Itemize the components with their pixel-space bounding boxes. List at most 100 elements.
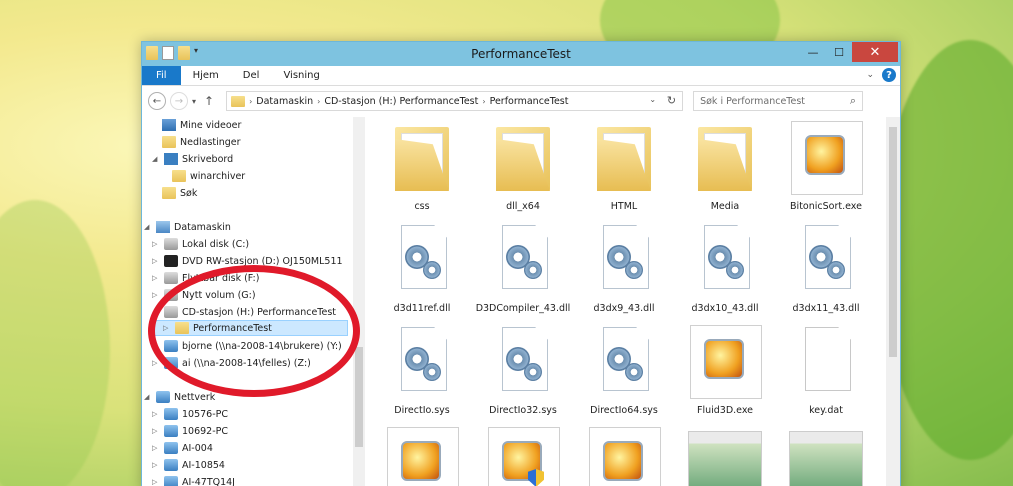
dll-file-icon bbox=[383, 323, 461, 401]
computer-icon bbox=[164, 425, 178, 437]
dll-file-icon bbox=[686, 221, 764, 299]
chevron-right-icon: › bbox=[482, 96, 486, 106]
tree-item-10692-pc[interactable]: ▷ 10692-PC bbox=[152, 423, 228, 439]
search-icon[interactable]: ⌕ bbox=[850, 94, 856, 108]
tree-item-ai-10854[interactable]: ▷ AI-10854 bbox=[152, 457, 225, 473]
tree-item-nedlastinger[interactable]: Nedlastinger bbox=[162, 134, 241, 150]
recent-locations-icon[interactable]: ▾ bbox=[192, 97, 196, 106]
files-scrollbar[interactable] bbox=[886, 117, 900, 486]
file-item[interactable]: DirectIo64.sys bbox=[574, 323, 674, 417]
tree-item-winarchiver[interactable]: winarchiver bbox=[172, 168, 245, 184]
file-item[interactable]: Fluid3D.exe bbox=[675, 323, 775, 417]
dll-file-icon bbox=[585, 221, 663, 299]
tree-item-nettverk[interactable]: ◢ Nettverk bbox=[144, 389, 215, 405]
breadcrumb-performancetest[interactable]: PerformanceTest bbox=[490, 96, 569, 107]
refresh-icon[interactable]: ↻ bbox=[667, 94, 676, 107]
up-button[interactable]: ↑ bbox=[204, 94, 214, 108]
address-bar[interactable]: › Datamaskin › CD-stasjon (H:) Performan… bbox=[226, 91, 684, 111]
file-item[interactable]: key.dat bbox=[776, 323, 876, 417]
file-item[interactable] bbox=[675, 425, 775, 486]
file-name: BitonicSort.exe bbox=[790, 201, 862, 212]
forward-button[interactable]: → bbox=[170, 92, 188, 110]
collapsed-arrow-icon[interactable]: ▷ bbox=[152, 478, 160, 486]
tree-item-sok[interactable]: Søk bbox=[162, 185, 197, 201]
file-item[interactable]: d3dx10_43.dll bbox=[675, 221, 775, 315]
back-button[interactable]: ← bbox=[148, 92, 166, 110]
tab-fil[interactable]: Fil bbox=[142, 66, 181, 85]
expanded-arrow-icon[interactable]: ◢ bbox=[152, 155, 160, 163]
removable-drive-icon bbox=[164, 272, 178, 284]
computer-icon bbox=[164, 459, 178, 471]
collapsed-arrow-icon[interactable]: ▷ bbox=[152, 240, 160, 248]
file-item[interactable]: css bbox=[372, 119, 472, 213]
tree-item-datamaskin[interactable]: ◢ Datamaskin bbox=[144, 219, 231, 235]
breadcrumb-datamaskin[interactable]: Datamaskin bbox=[256, 96, 313, 107]
address-dropdown-icon[interactable]: ⌄ bbox=[649, 95, 656, 104]
file-item[interactable]: d3dx9_43.dll bbox=[574, 221, 674, 315]
tree-label: AI-47TQ14J bbox=[182, 476, 235, 486]
help-icon[interactable]: ? bbox=[882, 68, 896, 82]
scrollbar-thumb[interactable] bbox=[889, 127, 897, 357]
maximize-button[interactable]: ☐ bbox=[826, 42, 852, 62]
blank-file-icon bbox=[787, 323, 865, 401]
exe-shield-icon bbox=[484, 425, 562, 486]
tree-label: Lokal disk (C:) bbox=[182, 238, 250, 250]
collapsed-arrow-icon[interactable]: ▷ bbox=[152, 444, 160, 452]
file-item[interactable]: BitonicSort.exe bbox=[776, 119, 876, 213]
dll-file-icon bbox=[383, 221, 461, 299]
address-row: ← → ▾ ↑ › Datamaskin › CD-stasjon (H:) P… bbox=[142, 86, 900, 116]
file-item[interactable]: d3dx11_43.dll bbox=[776, 221, 876, 315]
tab-del[interactable]: Del bbox=[231, 66, 272, 85]
tree-label: Skrivebord bbox=[182, 153, 234, 165]
file-item[interactable] bbox=[574, 425, 674, 486]
file-name: DirectIo32.sys bbox=[489, 405, 557, 416]
dll-file-icon bbox=[484, 221, 562, 299]
file-item[interactable] bbox=[372, 425, 472, 486]
search-input[interactable]: Søk i PerformanceTest ⌕ bbox=[693, 91, 864, 111]
file-item[interactable] bbox=[473, 425, 573, 486]
tree-item-10576-pc[interactable]: ▷ 10576-PC bbox=[152, 406, 228, 422]
tree-item-ai-47tq14j[interactable]: ▷ AI-47TQ14J bbox=[152, 474, 235, 486]
highlight-circle bbox=[148, 265, 360, 397]
collapsed-arrow-icon[interactable]: ▷ bbox=[152, 461, 160, 469]
close-button[interactable]: ✕ bbox=[852, 42, 898, 62]
tab-visning[interactable]: Visning bbox=[271, 66, 331, 85]
expanded-arrow-icon[interactable]: ◢ bbox=[144, 393, 152, 401]
file-name: d3d11ref.dll bbox=[393, 303, 451, 314]
computer-icon bbox=[156, 221, 170, 233]
collapsed-arrow-icon[interactable]: ▷ bbox=[152, 291, 160, 299]
tab-hjem[interactable]: Hjem bbox=[181, 66, 231, 85]
nav-scrollbar[interactable] bbox=[353, 117, 365, 486]
file-item[interactable]: HTML bbox=[574, 119, 674, 213]
tree-label: AI-004 bbox=[182, 442, 213, 454]
tree-item-mine-videoer[interactable]: Mine videoer bbox=[162, 117, 241, 133]
tree-label: 10692-PC bbox=[182, 425, 229, 437]
file-item[interactable]: D3DCompiler_43.dll bbox=[473, 221, 573, 315]
collapsed-arrow-icon[interactable]: ▷ bbox=[152, 257, 160, 265]
drive-icon bbox=[164, 238, 178, 250]
tree-item-lokal-disk[interactable]: ▷ Lokal disk (C:) bbox=[152, 236, 249, 252]
collapsed-arrow-icon[interactable]: ▷ bbox=[152, 274, 160, 282]
file-item[interactable]: dll_x64 bbox=[473, 119, 573, 213]
scrollbar-thumb[interactable] bbox=[355, 347, 363, 447]
tree-label: Nettverk bbox=[174, 391, 216, 403]
breadcrumb-cd-drive[interactable]: CD-stasjon (H:) PerformanceTest bbox=[324, 96, 478, 107]
search-folder-icon bbox=[162, 187, 176, 199]
file-item[interactable]: Media bbox=[675, 119, 775, 213]
collapsed-arrow-icon[interactable]: ▷ bbox=[152, 427, 160, 435]
file-name: DirectIo64.sys bbox=[590, 405, 658, 416]
file-list: css dll_x64 HTML Media BitonicSort.exe d3d11r… bbox=[372, 117, 884, 486]
chevron-right-icon: › bbox=[317, 96, 321, 106]
collapsed-arrow-icon[interactable]: ▷ bbox=[152, 410, 160, 418]
file-item[interactable]: d3d11ref.dll bbox=[372, 221, 472, 315]
expand-ribbon-icon[interactable]: ⌄ bbox=[866, 70, 874, 80]
file-item[interactable] bbox=[776, 425, 876, 486]
tree-item-ai-004[interactable]: ▷ AI-004 bbox=[152, 440, 213, 456]
file-item[interactable]: DirectIo32.sys bbox=[473, 323, 573, 417]
file-item[interactable]: DirectIo.sys bbox=[372, 323, 472, 417]
expanded-arrow-icon[interactable]: ◢ bbox=[144, 223, 152, 231]
minimize-button[interactable]: — bbox=[800, 42, 826, 62]
tree-item-skrivebord[interactable]: ◢ Skrivebord bbox=[152, 151, 233, 167]
folder-icon bbox=[484, 119, 562, 197]
explorer-window: ▾ PerformanceTest — ☐ ✕ Fil Hjem Del Vis… bbox=[141, 41, 901, 486]
